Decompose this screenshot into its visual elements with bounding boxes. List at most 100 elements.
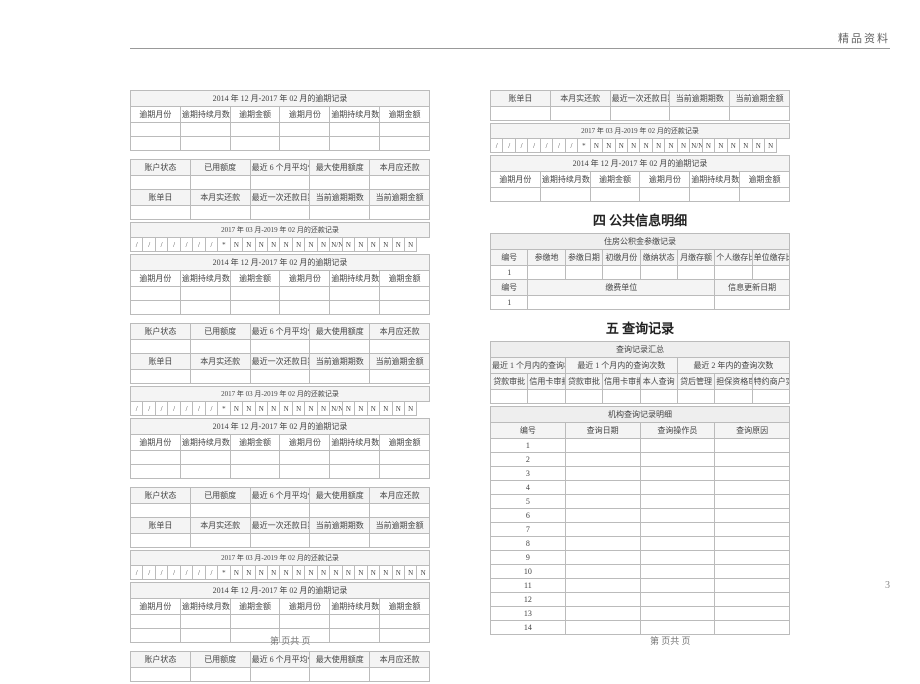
mark-cell: N/N	[690, 139, 702, 153]
mark-cell: /	[143, 402, 155, 416]
footer-left: 第 页共 页	[270, 634, 311, 647]
col: 贷后管理	[677, 374, 714, 390]
mark-cell: N/N	[330, 238, 342, 252]
mark-cell: N	[292, 238, 304, 252]
col: 本月实还款	[190, 190, 250, 206]
mark-cell: N	[392, 238, 404, 252]
mark-cell: N	[752, 139, 764, 153]
col: 最近 2 年内的查询次数	[677, 358, 789, 374]
mark-cell: *	[218, 402, 230, 416]
mark-cell: N	[367, 402, 379, 416]
cell	[715, 509, 790, 523]
acct-block: 账户状态 已用额度 最近 6 个月平均使用额度 最大使用额度 本月应还款	[130, 651, 430, 682]
mark-cell: N	[267, 566, 279, 580]
mark-cell: /	[193, 238, 205, 252]
row-num: 14	[491, 621, 566, 635]
mark-cell: N/N	[330, 402, 342, 416]
mark-cell: /	[205, 238, 217, 252]
mark-cell: N	[292, 402, 304, 416]
mark-cell: N	[355, 402, 367, 416]
overdue-block: 2014 年 12 月-2017 年 02 月的逾期记录 逾期月份 逾期持续月数…	[130, 254, 430, 315]
col: 最近一次还款日期	[250, 190, 310, 206]
col: 当前逾期期数	[310, 190, 370, 206]
mark-cell: N	[255, 402, 267, 416]
col: 最近一次还款日期	[250, 518, 310, 534]
col: 缴费单位	[528, 280, 715, 296]
col: 最近 1 个月内的查询机构数	[491, 358, 566, 374]
overdue-title: 2014 年 12 月-2017 年 02 月的逾期记录	[131, 583, 430, 599]
row-num: 4	[491, 481, 566, 495]
repay-block: 2017 年 03 月-2019 年 02 月的还款记录 ///////*NNN…	[130, 550, 430, 580]
col: 月缴存额	[677, 250, 714, 266]
col: 逾期金额	[230, 107, 280, 123]
col: 当前逾期期数	[670, 91, 730, 107]
row-num: 11	[491, 579, 566, 593]
col: 最近 6 个月平均使用额度	[250, 160, 310, 176]
col: 本人查询	[640, 374, 677, 390]
col: 本月实还款	[190, 354, 250, 370]
cell	[640, 579, 715, 593]
col: 查询日期	[565, 423, 640, 439]
mark-cell: /	[155, 402, 167, 416]
cell	[565, 537, 640, 551]
mark-cell: N	[764, 139, 776, 153]
cell	[640, 551, 715, 565]
cell	[715, 551, 790, 565]
col: 逾期金额	[590, 172, 640, 188]
col: 逾期金额	[230, 599, 280, 615]
mark-cell: N	[652, 139, 664, 153]
col: 当前逾期金额	[730, 91, 790, 107]
col: 当前逾期金额	[370, 518, 430, 534]
cell	[640, 495, 715, 509]
col: 逾期金额	[380, 271, 430, 287]
table-row: 3	[491, 467, 790, 481]
table-row: 9	[491, 551, 790, 565]
cell	[715, 621, 790, 635]
mark-cell: N	[255, 238, 267, 252]
col: 信用卡审批	[528, 374, 565, 390]
col: 逾期月份	[280, 435, 330, 451]
mark-cell: N	[615, 139, 627, 153]
mark-cell: /	[168, 238, 180, 252]
col: 逾期金额	[380, 435, 430, 451]
mark-cell: N	[677, 139, 689, 153]
cell	[715, 579, 790, 593]
col: 最近一次还款日期	[610, 91, 670, 107]
col: 参缴地	[528, 250, 565, 266]
mark-cell: N	[380, 402, 392, 416]
row-num: 7	[491, 523, 566, 537]
col: 逾期月份	[491, 172, 541, 188]
col: 账单日	[131, 518, 191, 534]
table-row: 13	[491, 607, 790, 621]
col: 账户状态	[131, 324, 191, 340]
col: 逾期金额	[380, 599, 430, 615]
col: 账单日	[131, 354, 191, 370]
mark-cell: N	[305, 238, 317, 252]
repay-block: 2017 年 03 月-2019 年 02 月的还款记录 ///////*NNN…	[490, 123, 790, 153]
mark-cell: /	[143, 566, 155, 580]
mark-cell: /	[565, 139, 577, 153]
mark-cell: /	[205, 566, 217, 580]
mark-cell: /	[168, 402, 180, 416]
bill-block: 账单日 本月实还款 最近一次还款日期 当前逾期期数 当前逾期金额	[490, 90, 790, 121]
col: 逾期月份	[131, 599, 181, 615]
row-num: 9	[491, 551, 566, 565]
mark-cell: N	[392, 566, 404, 580]
col: 已用额度	[190, 652, 250, 668]
col: 当前逾期期数	[310, 354, 370, 370]
mark-cell: N	[342, 566, 354, 580]
table-row: 7	[491, 523, 790, 537]
row-num: 3	[491, 467, 566, 481]
header-rule	[130, 48, 890, 49]
row-num: 2	[491, 453, 566, 467]
row-num: 13	[491, 607, 566, 621]
col: 逾期持续月数	[180, 599, 230, 615]
cell	[565, 467, 640, 481]
col: 本月应还款	[370, 488, 430, 504]
page-num-side: 3	[885, 580, 890, 591]
mark-cell: N	[640, 139, 652, 153]
section5-title: 五 查询记录	[490, 312, 790, 341]
cell	[565, 565, 640, 579]
page-right: 账单日 本月实还款 最近一次还款日期 当前逾期期数 当前逾期金额 2017 年 …	[490, 90, 790, 684]
col: 逾期持续月数	[330, 107, 380, 123]
